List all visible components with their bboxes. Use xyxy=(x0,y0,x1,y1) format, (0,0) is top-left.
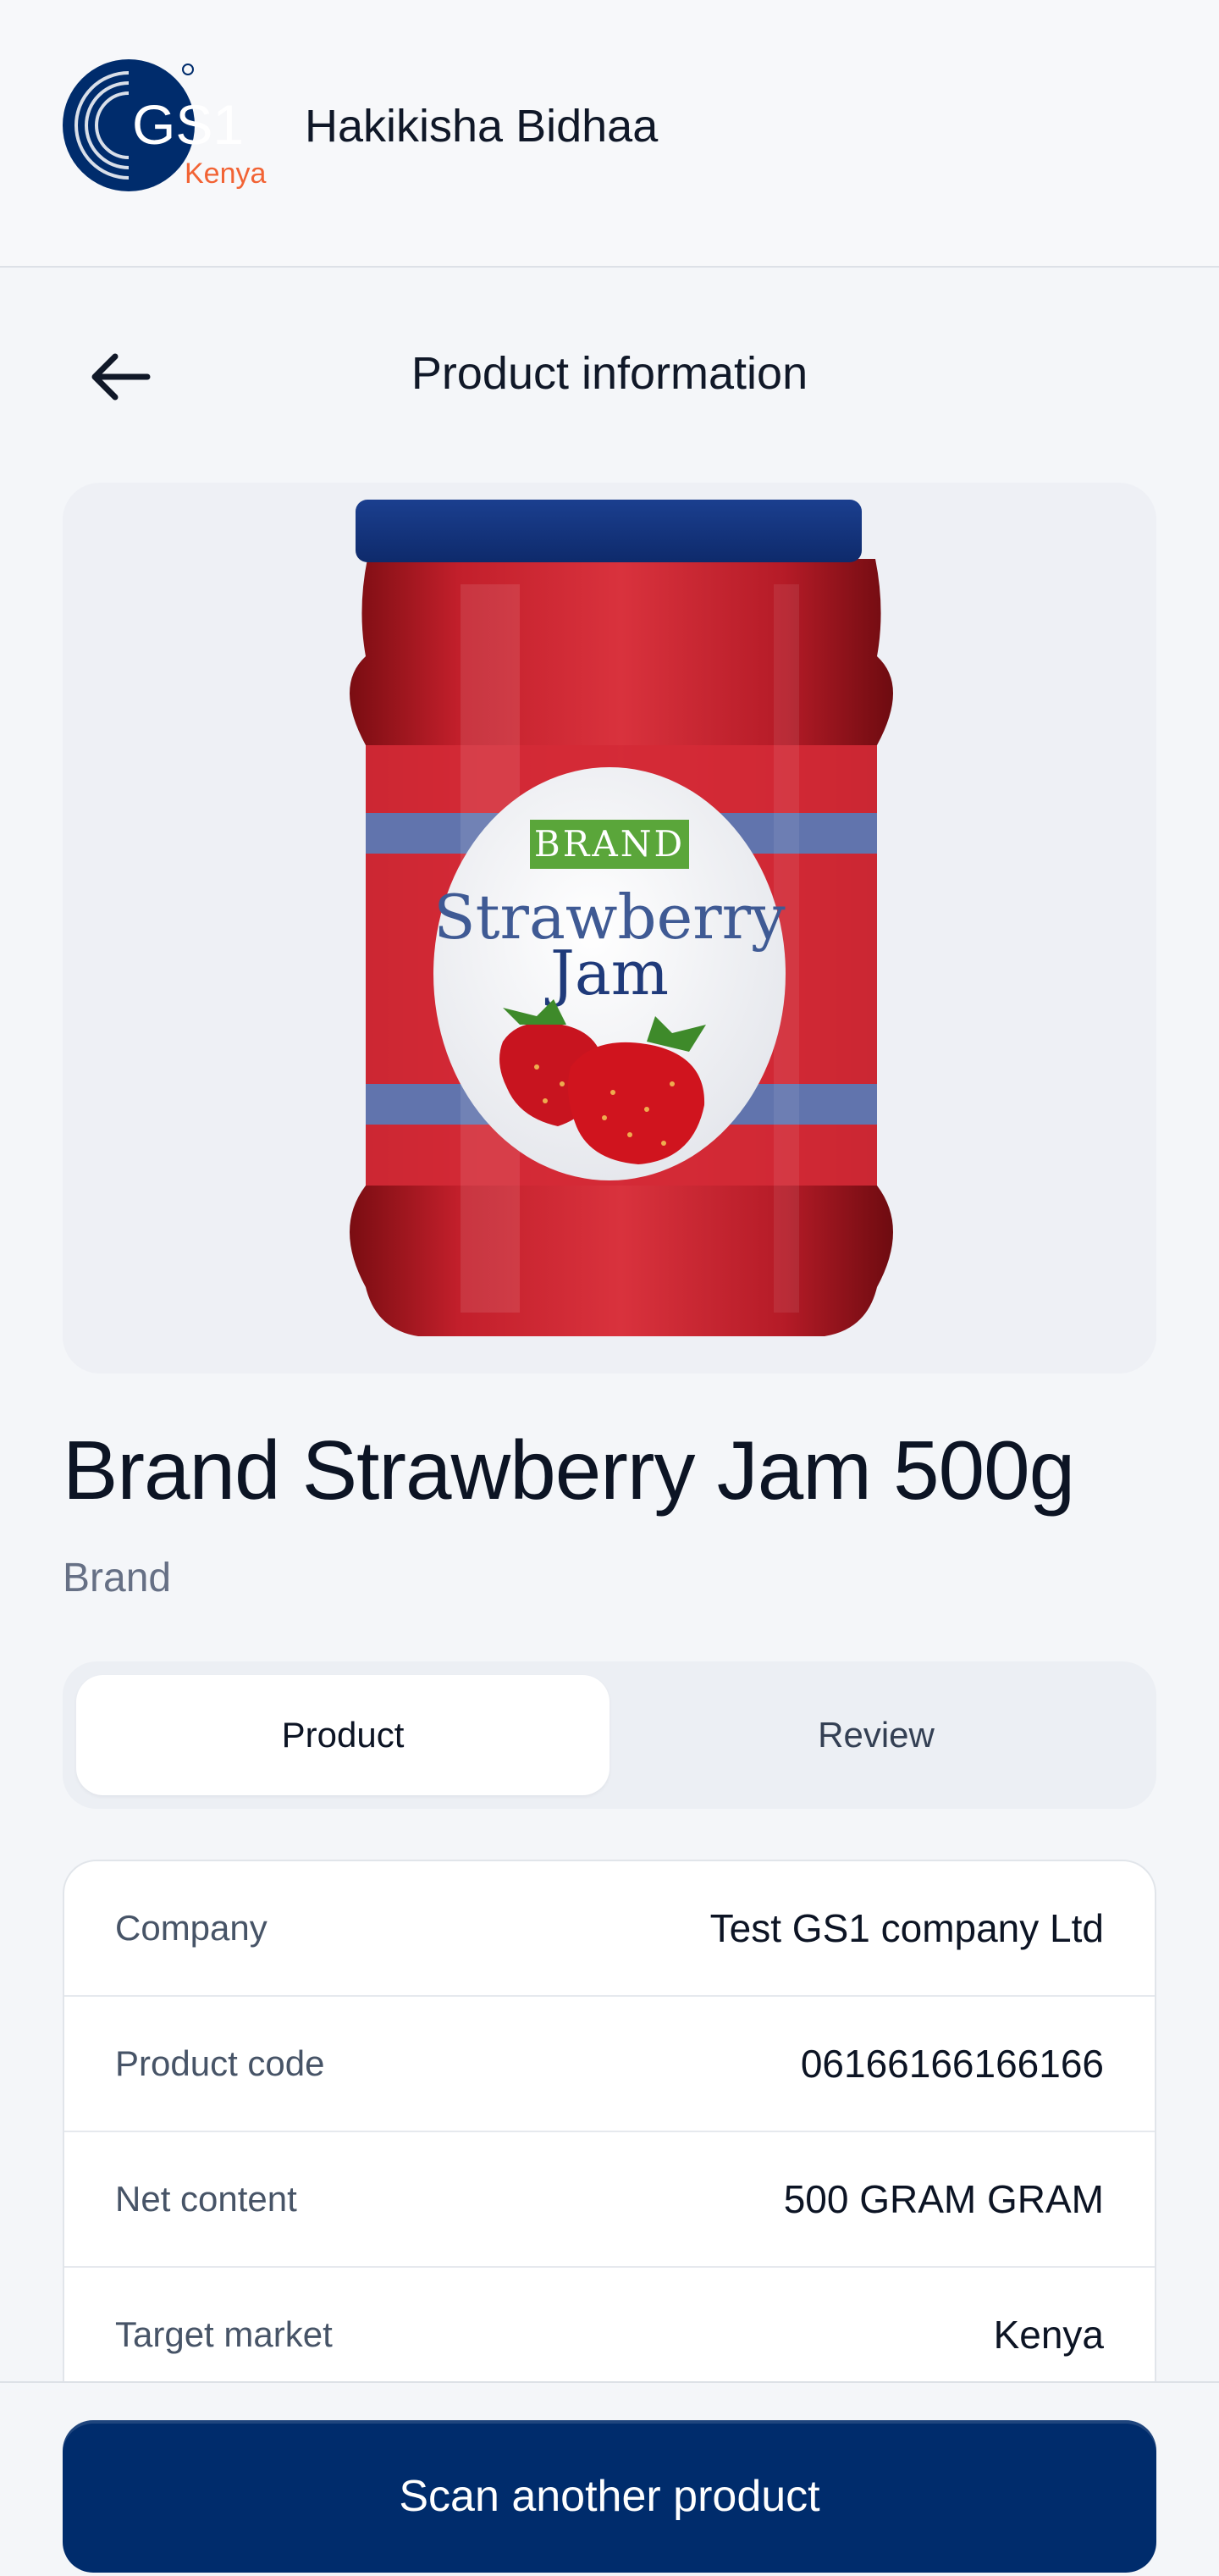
product-info-table: Company Test GS1 company Ltd Product cod… xyxy=(63,1860,1156,2469)
info-value: Test GS1 company Ltd xyxy=(709,1906,1104,1950)
info-label: Net content xyxy=(115,2179,297,2219)
tab-product[interactable]: Product xyxy=(76,1675,610,1795)
app-header: GS1 Kenya Hakikisha Bidhaa xyxy=(0,0,1219,268)
svg-text:GS1: GS1 xyxy=(132,93,244,156)
info-row-net-content: Net content 500 GRAM GRAM xyxy=(64,2132,1155,2268)
scan-another-product-button[interactable]: Scan another product xyxy=(63,2420,1156,2573)
info-value: 06166166166166 xyxy=(800,2042,1104,2086)
info-label: Target market xyxy=(115,2314,333,2354)
product-name: Brand Strawberry Jam 500g xyxy=(63,1423,1075,1517)
page: GS1 Kenya Hakikisha Bidhaa Product infor… xyxy=(0,0,1219,2576)
tab-review[interactable]: Review xyxy=(610,1675,1143,1795)
info-row-company: Company Test GS1 company Ltd xyxy=(64,1861,1155,1997)
product-image: BRAND Strawberry Jam xyxy=(63,483,1156,1374)
app-title: Hakikisha Bidhaa xyxy=(305,101,659,152)
jam-jar-illustration: BRAND Strawberry Jam xyxy=(350,500,893,1336)
info-value: 500 GRAM GRAM xyxy=(783,2177,1104,2221)
svg-text:BRAND: BRAND xyxy=(534,823,685,865)
info-label: Product code xyxy=(115,2043,325,2083)
svg-text:Kenya: Kenya xyxy=(185,158,266,190)
product-brand: Brand xyxy=(63,1556,172,1600)
info-label: Company xyxy=(115,1908,268,1948)
svg-text:Jam: Jam xyxy=(544,937,669,1009)
screen-title: Product information xyxy=(411,348,808,399)
info-value: Kenya xyxy=(993,2313,1104,2357)
gs1-kenya-logo: GS1 Kenya xyxy=(63,59,266,191)
tab-bar: Product Review xyxy=(63,1661,1156,1809)
info-row-product-code: Product code 06166166166166 xyxy=(64,1997,1155,2132)
